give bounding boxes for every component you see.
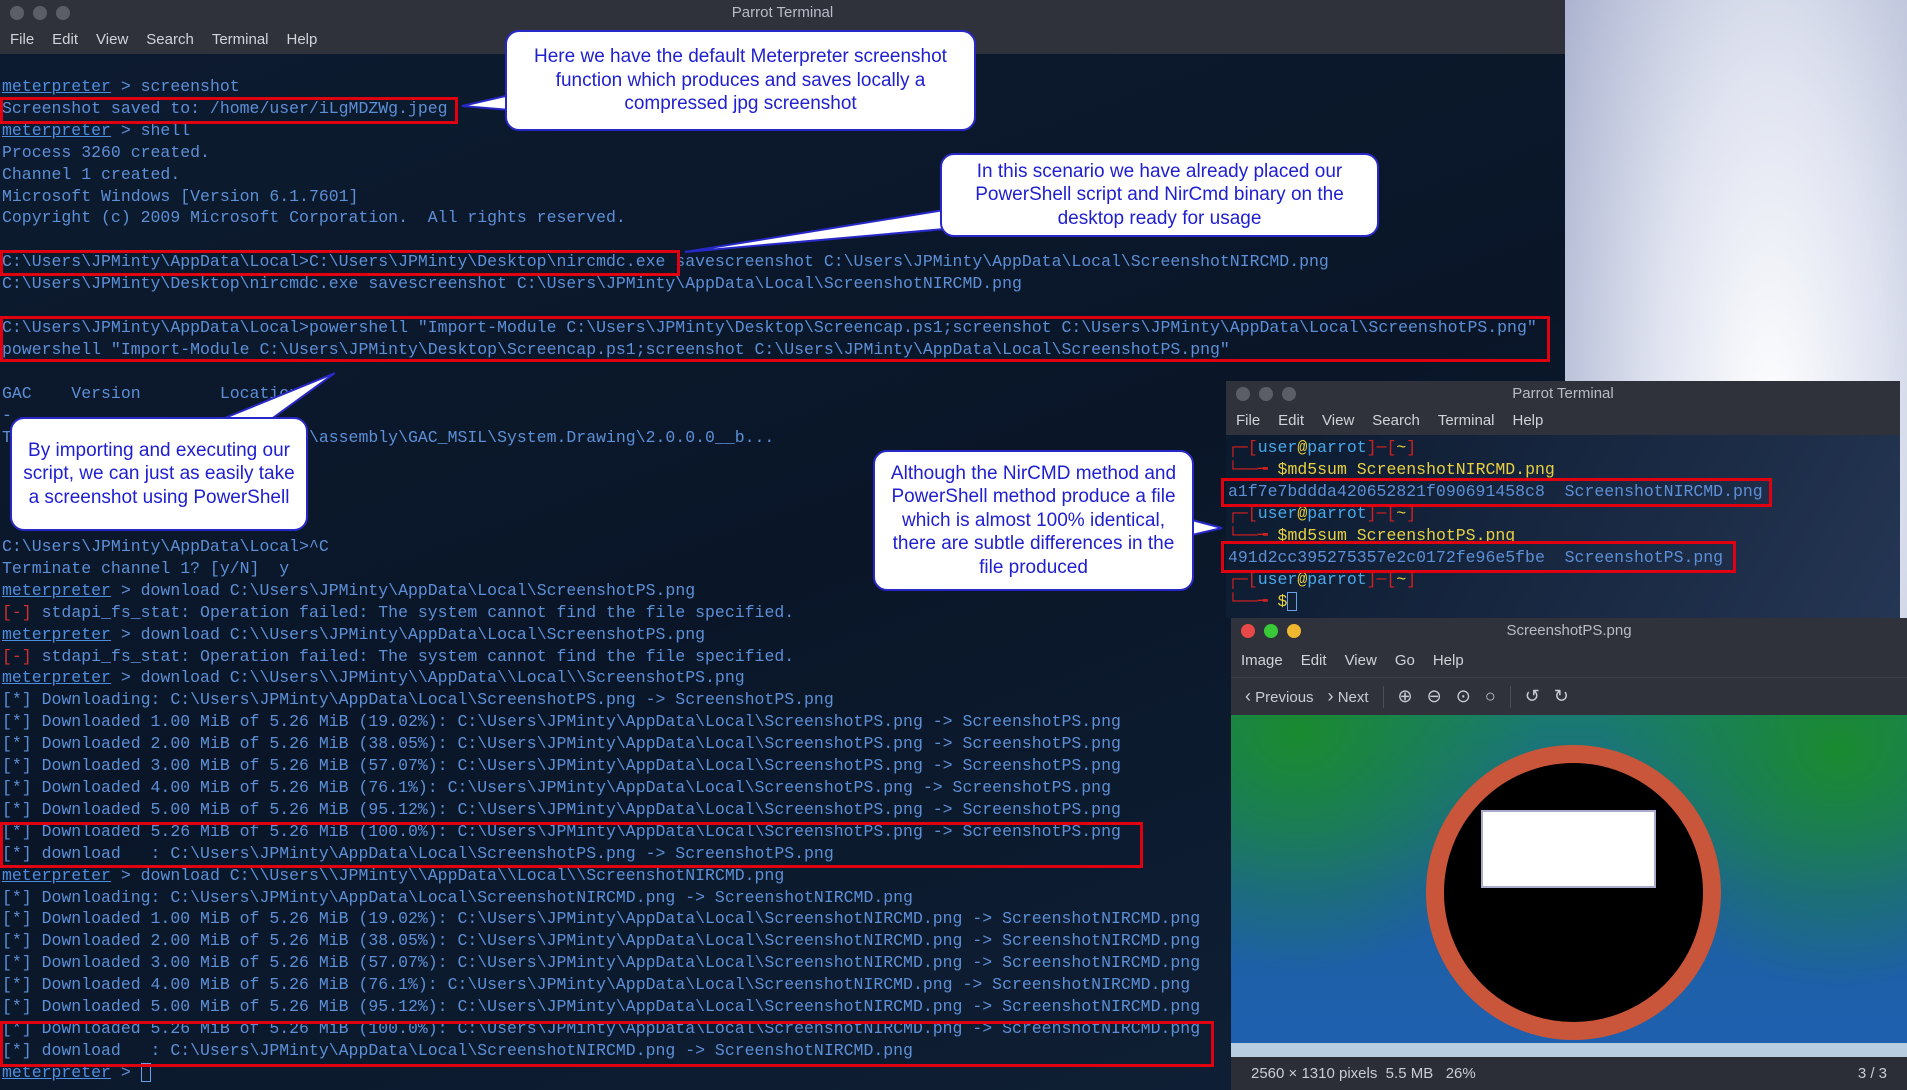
callout-meterpreter-screenshot: Here we have the default Meterpreter scr…	[505, 30, 976, 131]
callout-scenario: In this scenario we have already placed …	[940, 153, 1379, 237]
callout-md5-comparison: Although the NirCMD method and PowerShel…	[873, 450, 1194, 591]
callout-powershell: By importing and executing our script, w…	[10, 417, 308, 531]
